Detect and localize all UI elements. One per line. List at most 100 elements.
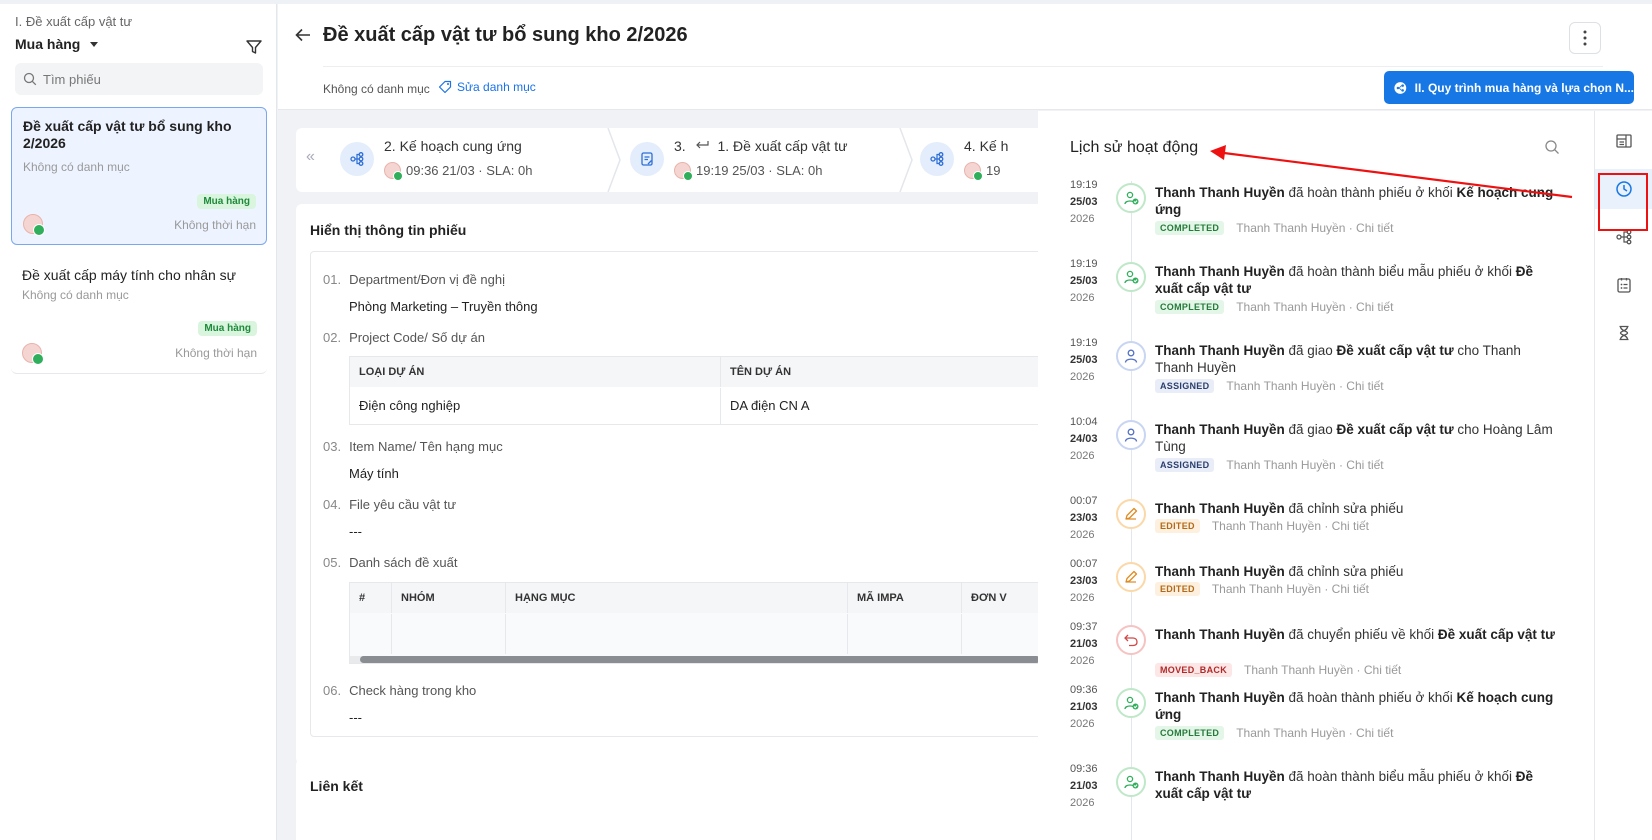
activity-timestamp: 09:36 21/03 2026 (1070, 763, 1098, 809)
activity-title: Lịch sử hoạt động (1070, 139, 1199, 156)
step-name-text: 1. Đề xuất cấp vật tư (717, 138, 848, 154)
status-badge: COMPLETED (1155, 300, 1225, 314)
section-title: Liên kết (310, 778, 363, 794)
assignee-avatar (674, 162, 693, 181)
ticket-fields: 01. Department/Đơn vị đề nghị Phòng Marke… (310, 251, 1038, 737)
user-check-icon (1116, 183, 1146, 213)
activity-timestamp: 19:19 25/03 2026 (1070, 179, 1098, 225)
ticket-search-input[interactable]: Tìm phiếu (15, 63, 263, 95)
more-options-button[interactable] (1569, 22, 1601, 54)
activity-meta: EDITED Thanh Thanh Huyền · Chi tiết (1155, 582, 1369, 596)
activity-detail-link[interactable]: Thanh Thanh Huyền · Chi tiết (1236, 726, 1393, 740)
table-header: TÊN DỰ ÁN (721, 357, 1038, 387)
checklist-icon (1617, 278, 1631, 293)
ticket-card[interactable]: Đề xuất cấp vật tư bổ sung kho 2/2026 Kh… (11, 107, 267, 245)
project-table: LOẠI DỰ ÁN TÊN DỰ ÁN Điện công nghiệp DA… (349, 356, 1038, 425)
status-badge: ASSIGNED (1155, 458, 1215, 472)
sidebar-breadcrumb[interactable]: I. Đề xuất cấp vật tư (15, 14, 132, 29)
sla-button[interactable] (1595, 313, 1652, 353)
activity-description: Thanh Thanh Huyền đã hoàn thành biểu mẫu… (1155, 264, 1534, 296)
activity-description: Thanh Thanh Huyền đã chỉnh sửa phiếu (1155, 501, 1404, 516)
activity-detail-link[interactable]: Thanh Thanh Huyền · Chi tiết (1212, 519, 1369, 533)
tag-icon (438, 80, 452, 94)
ticket-header: Đề xuất cấp vật tư bổ sung kho 2/2026 Kh… (278, 4, 1652, 110)
activity-meta: COMPLETED Thanh Thanh Huyền · Chi tiết (1155, 300, 1393, 314)
pencil-icon (1116, 499, 1146, 529)
user-check-icon (1116, 688, 1146, 718)
step-meta-text: 19:19 25/03 · SLA: 0h (696, 163, 823, 178)
activity-detail-link[interactable]: Thanh Thanh Huyền · Chi tiết (1236, 300, 1393, 314)
layout-button[interactable] (1595, 121, 1652, 161)
activity-detail-link[interactable]: Thanh Thanh Huyền · Chi tiết (1212, 582, 1369, 596)
hourglass-icon (1619, 325, 1629, 341)
process-button[interactable]: II. Quy trình mua hàng và lựa chọn N... (1384, 71, 1634, 104)
ticket-category: Không có danh mục (22, 288, 129, 302)
step-name: 3. 1. Đề xuất cấp vật tư (674, 138, 847, 154)
step-name: 2. Kế hoạch cung ứng (384, 138, 522, 154)
activity-timestamp: 09:36 21/03 2026 (1070, 684, 1098, 730)
search-icon[interactable] (1544, 139, 1560, 155)
table-header: HẠNG MỤC (506, 583, 848, 613)
workflow-icon (920, 142, 954, 176)
activity-description: Thanh Thanh Huyền đã hoàn thành phiếu ở … (1155, 690, 1554, 722)
field-value: --- (349, 710, 362, 725)
assignee-avatar (964, 162, 983, 181)
field-label: 06. Check hàng trong kho (323, 683, 477, 698)
status-badge: ASSIGNED (1155, 379, 1215, 393)
activity-meta: COMPLETED Thanh Thanh Huyền · Chi tiết (1155, 726, 1393, 740)
step-meta: 19 (964, 162, 1000, 181)
field-label: 01. Department/Đơn vị đề nghị (323, 272, 506, 287)
assignee-avatar (23, 214, 45, 236)
activity-description: Thanh Thanh Huyền đã hoàn thành phiếu ở … (1155, 185, 1554, 217)
activity-detail-link[interactable]: Thanh Thanh Huyền · Chi tiết (1244, 663, 1401, 677)
table-header: ĐƠN V (962, 583, 1038, 613)
status-badge: EDITED (1155, 582, 1200, 596)
step-separator-icon (899, 128, 913, 192)
ticket-badge: Mua hàng (197, 194, 256, 209)
more-vertical-icon (1583, 30, 1587, 46)
activity-meta: ASSIGNED Thanh Thanh Huyền · Chi tiết (1155, 458, 1384, 472)
status-badge: COMPLETED (1155, 726, 1225, 740)
ticket-info-section: Hiển thị thông tin phiếu 01. Department/Đ… (296, 204, 1038, 764)
activity-detail-link[interactable]: Thanh Thanh Huyền · Chi tiết (1236, 221, 1393, 235)
pipeline-selector[interactable]: Mua hàng (15, 36, 99, 52)
user-check-icon (1116, 262, 1146, 292)
step-name: 4. Kế h (964, 138, 1009, 154)
activity-timestamp: 00:07 23/03 2026 (1070, 495, 1098, 541)
double-chevron-left-icon[interactable]: « (306, 148, 315, 166)
annotation-highlight-box (1598, 173, 1648, 231)
edit-category-link[interactable]: Sửa danh mục (438, 80, 536, 94)
checklist-button[interactable] (1595, 265, 1652, 305)
activity-description: Thanh Thanh Huyền đã chỉnh sửa phiếu (1155, 564, 1404, 579)
table-cell (506, 614, 848, 654)
status-badge: COMPLETED (1155, 221, 1225, 235)
activity-meta: COMPLETED Thanh Thanh Huyền · Chi tiết (1155, 221, 1393, 235)
page-title: Đề xuất cấp vật tư bổ sung kho 2/2026 (323, 24, 688, 46)
table-header: # (350, 583, 392, 613)
table-header: NHÓM (392, 583, 506, 613)
table-cell (392, 614, 506, 654)
pencil-icon (1116, 562, 1146, 592)
activity-detail-link[interactable]: Thanh Thanh Huyền · Chi tiết (1226, 379, 1383, 393)
activity-timestamp: 19:19 25/03 2026 (1070, 337, 1098, 383)
ticket-card[interactable]: Đề xuất cấp máy tính cho nhân sự Không c… (11, 257, 267, 374)
ticket-title: Đề xuất cấp máy tính cho nhân sự (22, 267, 237, 283)
activity-description: Thanh Thanh Huyền đã chuyển phiếu về khố… (1155, 627, 1555, 642)
activity-item: 10:04 24/03 2026 Thanh Thanh Huyền đã giao … (1038, 414, 1594, 492)
field-label: 05. Danh sách đề xuất (323, 555, 458, 570)
activity-detail-link[interactable]: Thanh Thanh Huyền · Chi tiết (1226, 458, 1383, 472)
step-number: 3. (674, 138, 686, 154)
field-value: --- (349, 524, 362, 539)
activity-item: 19:19 25/03 2026 Thanh Thanh Huyền đã giao … (1038, 335, 1594, 413)
activity-timestamp: 19:19 25/03 2026 (1070, 258, 1098, 304)
undo-arrow-icon (1116, 625, 1146, 655)
activity-item: 19:19 25/03 2026 Thanh Thanh Huyền đã hoàn … (1038, 256, 1594, 334)
filter-icon[interactable] (245, 38, 263, 56)
process-icon (1394, 81, 1407, 94)
return-arrow-icon (695, 141, 709, 149)
ticket-deadline: Không thời hạn (174, 218, 256, 232)
scrollbar-thumb[interactable] (360, 656, 1038, 663)
back-arrow-icon[interactable] (294, 26, 312, 44)
search-placeholder: Tìm phiếu (43, 71, 101, 87)
ticket-badge: Mua hàng (198, 321, 257, 336)
